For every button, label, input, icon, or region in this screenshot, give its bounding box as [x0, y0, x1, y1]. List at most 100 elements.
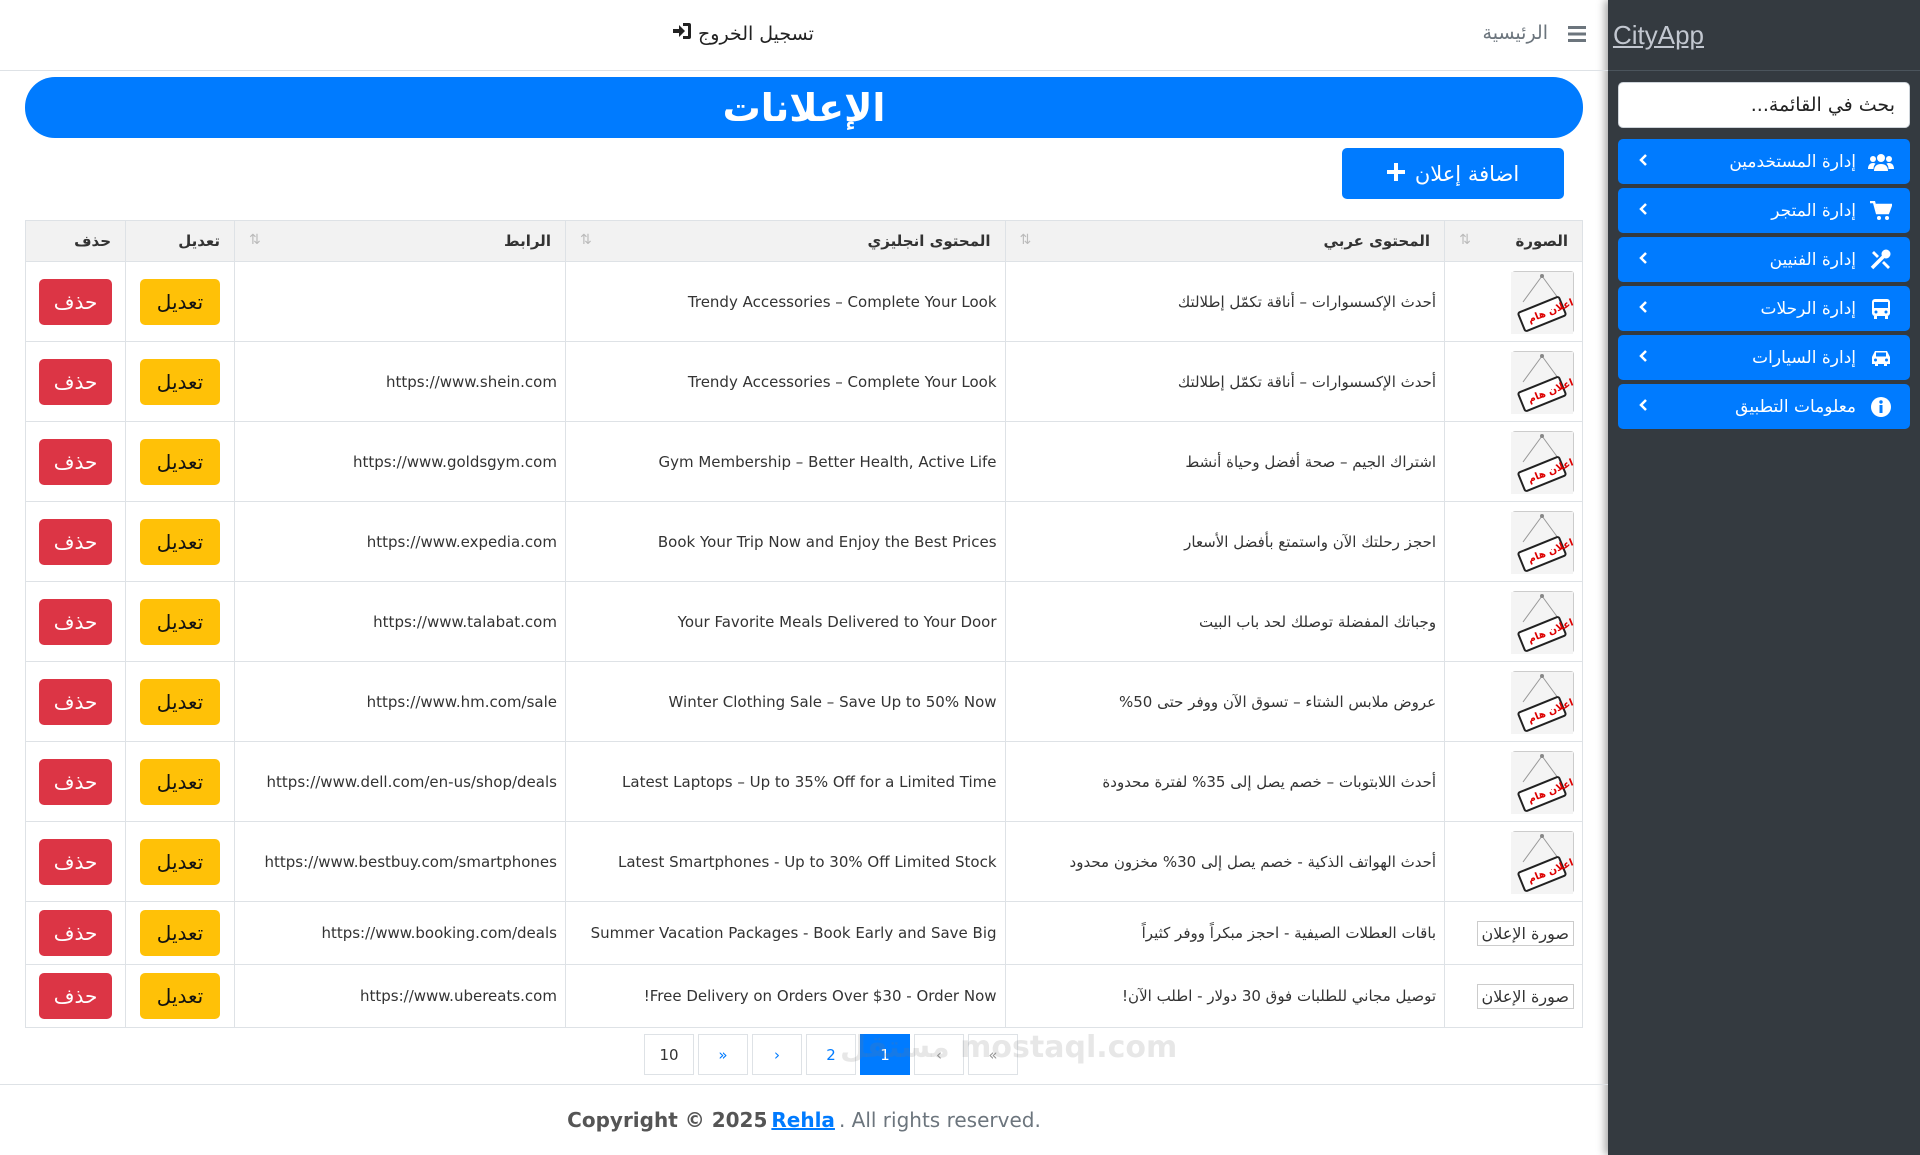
cell-delete: حذف	[24, 421, 127, 502]
cell-image: اعلان هام	[1444, 821, 1583, 902]
footer-brand-link[interactable]: Rehla	[771, 1108, 835, 1132]
ad-image: اعلان هام	[1511, 270, 1575, 334]
cell-arabic: أحدث الإكسسوارات – أناقة تكمّل إطلالتك	[1004, 261, 1446, 342]
car-icon	[1866, 349, 1896, 367]
sidebar-item-users[interactable]: إدارة المستخدمين	[1618, 139, 1910, 184]
cell-image: اعلان هام	[1444, 421, 1583, 502]
cell-arabic: عروض ملابس الشتاء – تسوق الآن ووفر حتى 5…	[1004, 661, 1446, 742]
ad-image: اعلان هام	[1511, 510, 1575, 574]
edit-button[interactable]: تعديل	[140, 598, 221, 645]
cell-arabic: أحدث الإكسسوارات – أناقة تكمّل إطلالتك	[1004, 341, 1446, 422]
cell-english: Gym Membership – Better Health, Active L…	[564, 421, 1006, 502]
edit-button[interactable]: تعديل	[140, 973, 221, 1019]
ad-image: اعلان هام	[1511, 350, 1575, 414]
cell-image: صورة الإعلان	[1444, 901, 1583, 965]
delete-button[interactable]: حذف	[39, 598, 113, 645]
cell-english: Trendy Accessories – Complete Your Look	[564, 341, 1006, 422]
table-row: اعلان هام وجباتك المفضلة توصلك لحد باب ال…	[24, 581, 1583, 662]
cell-image: اعلان هام	[1444, 261, 1583, 342]
info-icon	[1866, 396, 1896, 418]
table-row: اعلان هام أحدث اللابتوبات – خصم يصل إلى 3…	[24, 741, 1583, 822]
home-link[interactable]: الرئيسية	[1483, 22, 1548, 44]
brand[interactable]: CityApp	[1608, 0, 1920, 71]
cell-english: Winter Clothing Sale – Save Up to 50% No…	[564, 661, 1006, 742]
delete-button[interactable]: حذف	[39, 358, 113, 405]
sidebar-item-tools[interactable]: إدارة الفنيين	[1618, 237, 1910, 282]
page-link[interactable]: ›	[752, 1034, 802, 1075]
table-row: اعلان هام احجز رحلتك الآن واستمتع بأفضل ا…	[24, 501, 1583, 582]
broken-image: صورة الإعلان	[1476, 983, 1574, 1009]
edit-button[interactable]: تعديل	[140, 678, 221, 725]
cell-link: https://www.ubereats.com	[234, 964, 566, 1028]
footer-rights: . All rights reserved.	[838, 1108, 1041, 1132]
add-ad-button[interactable]: اضافة إعلان	[1342, 148, 1564, 199]
logout-label: تسجيل الخروج	[698, 22, 814, 45]
cell-delete: حذف	[24, 964, 127, 1028]
header-link[interactable]: الرابط ⇅	[234, 220, 566, 262]
delete-button[interactable]: حذف	[39, 758, 113, 805]
cell-link: https://www.talabat.com	[234, 581, 566, 662]
delete-button[interactable]: حذف	[39, 278, 113, 325]
sort-icon: ⇅	[1019, 232, 1032, 248]
hamburger-menu-icon[interactable]	[1568, 26, 1586, 46]
cell-delete: حذف	[24, 261, 127, 342]
cell-delete: حذف	[24, 581, 127, 662]
sort-icon: ⇅	[249, 232, 261, 248]
table-row: اعلان هام أحدث الهواتف الذكية - خصم يصل إ…	[24, 821, 1583, 902]
cell-edit: تعديل	[125, 581, 235, 662]
chevron-left-icon	[1632, 201, 1648, 221]
page-link[interactable]: »	[698, 1034, 748, 1075]
cell-arabic: اشتراك الجيم – صحة أفضل وحياة أنشط	[1004, 421, 1446, 502]
sidebar-item-cart[interactable]: إدارة المتجر	[1618, 188, 1910, 233]
edit-button[interactable]: تعديل	[140, 518, 221, 565]
header-arabic[interactable]: المحتوى عربي ⇅	[1004, 220, 1446, 262]
cell-link: https://www.hm.com/sale	[234, 661, 566, 742]
edit-button[interactable]: تعديل	[140, 758, 221, 805]
table-row: اعلان هام اشتراك الجيم – صحة أفضل وحياة أ…	[24, 421, 1583, 502]
delete-button[interactable]: حذف	[39, 678, 113, 725]
sidebar-item-info[interactable]: معلومات التطبيق	[1618, 384, 1910, 429]
header-label: الرابط	[504, 232, 551, 250]
ad-image: اعلان هام	[1511, 430, 1575, 494]
delete-button[interactable]: حذف	[39, 973, 113, 1019]
header-english[interactable]: المحتوى انجليزي ⇅	[564, 220, 1006, 262]
cell-edit: تعديل	[125, 901, 235, 965]
sidebar-item-label: إدارة الرحلات	[1760, 298, 1856, 319]
sidebar-item-bus[interactable]: إدارة الرحلات	[1618, 286, 1910, 331]
cell-link: https://www.booking.com/deals	[234, 901, 566, 965]
sidebar-item-car[interactable]: إدارة السيارات	[1618, 335, 1910, 380]
delete-button[interactable]: حذف	[39, 910, 113, 956]
edit-button[interactable]: تعديل	[140, 838, 221, 885]
edit-button[interactable]: تعديل	[140, 358, 221, 405]
header-image[interactable]: الصورة ⇅	[1444, 220, 1583, 262]
cell-english: Summer Vacation Packages - Book Early an…	[564, 901, 1006, 965]
sort-icon: ⇅	[579, 232, 592, 248]
ad-image: اعلان هام	[1511, 830, 1575, 894]
brand-link[interactable]: CityApp	[1613, 20, 1704, 51]
cell-edit: تعديل	[125, 964, 235, 1028]
cell-link: https://www.goldsgym.com	[234, 421, 566, 502]
watermark: مستقل mostaql.com	[840, 1030, 1178, 1065]
delete-button[interactable]: حذف	[39, 518, 113, 565]
cell-edit: تعديل	[125, 421, 235, 502]
topbar: الرئيسية تسجيل الخروج	[0, 0, 1608, 71]
cell-edit: تعديل	[125, 661, 235, 742]
delete-button[interactable]: حذف	[39, 438, 113, 485]
table-row: صورة الإعلان باقات العطلات الصيفية - احجز…	[24, 901, 1583, 965]
cell-image: اعلان هام	[1444, 741, 1583, 822]
cell-arabic: باقات العطلات الصيفية - احجز مبكراً ووفر…	[1004, 901, 1446, 965]
table-row: اعلان هام أحدث الإكسسوارات – أناقة تكمّل …	[24, 341, 1583, 422]
sidebar-item-label: معلومات التطبيق	[1735, 396, 1856, 417]
sidebar-search[interactable]	[1618, 82, 1910, 128]
cell-delete: حذف	[24, 821, 127, 902]
edit-button[interactable]: تعديل	[140, 438, 221, 485]
page-link[interactable]: 10	[644, 1034, 694, 1075]
logout-link[interactable]: تسجيل الخروج	[672, 22, 814, 45]
edit-button[interactable]: تعديل	[140, 278, 221, 325]
table-row: صورة الإعلان توصيل مجاني للطلبات فوق 30 د…	[24, 964, 1583, 1028]
edit-button[interactable]: تعديل	[140, 910, 221, 956]
sidebar-search-input[interactable]	[1633, 94, 1895, 116]
header-delete: حذف	[24, 220, 127, 262]
cell-arabic: احجز رحلتك الآن واستمتع بأفضل الأسعار	[1004, 501, 1446, 582]
delete-button[interactable]: حذف	[39, 838, 113, 885]
